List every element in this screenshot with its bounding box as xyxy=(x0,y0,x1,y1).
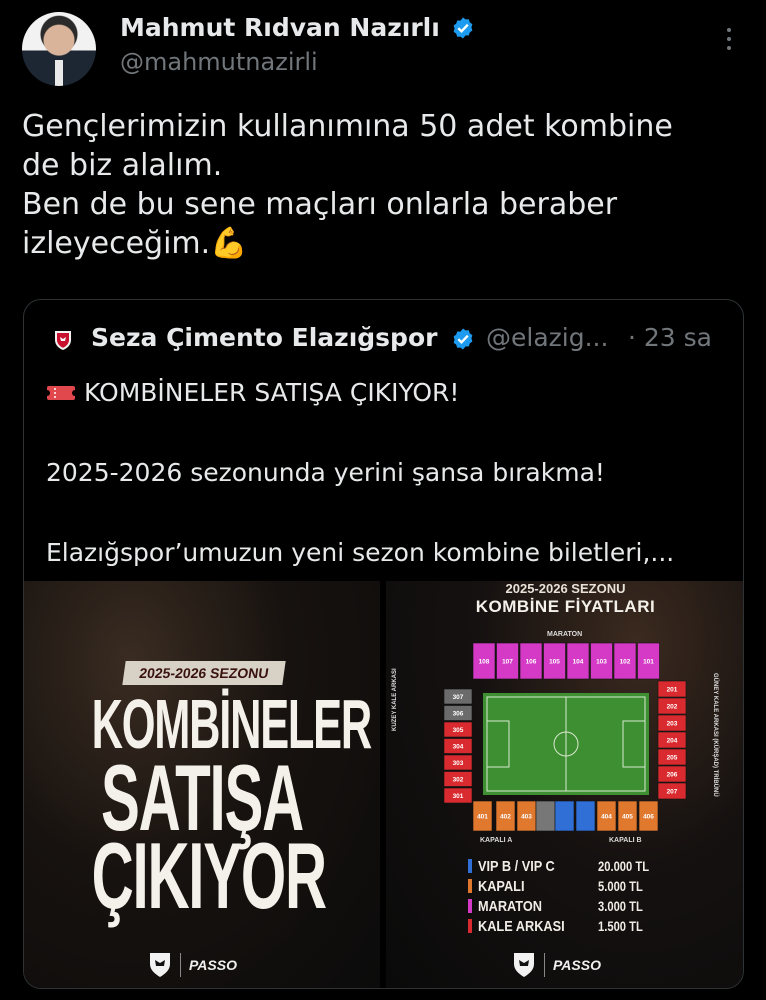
north-section-label: 303 xyxy=(453,760,464,767)
price-value: 5.000 TL xyxy=(598,878,643,894)
kapali-section-label: 406 xyxy=(643,814,654,821)
maraton-section-label: 102 xyxy=(620,659,631,666)
quoted-author-name[interactable]: Seza Çimento Elazığspor xyxy=(91,323,437,352)
price-list: VIP B / VIP C 20.000 TL KAPALI 5.000 TL … xyxy=(468,856,668,936)
south-section-label: 203 xyxy=(667,721,678,728)
verified-badge-icon xyxy=(453,328,473,350)
quoted-line: Elazığspor’umuzun yeni sezon kombine bil… xyxy=(46,538,675,567)
poster-brand: PASSO xyxy=(148,951,237,979)
north-section-label: 301 xyxy=(453,793,464,800)
quoted-timestamp[interactable]: · 23 sa xyxy=(628,323,712,352)
poster-headline-3: ÇIKIYOR xyxy=(91,823,327,928)
price-label: VIP B / VIP C xyxy=(478,857,555,875)
north-section-label: 306 xyxy=(453,711,464,718)
maraton-section-label: 103 xyxy=(596,659,607,666)
maraton-section-label: 101 xyxy=(643,659,654,666)
price-value: 3.000 TL xyxy=(598,898,643,914)
north-section-label: 305 xyxy=(453,727,464,734)
south-section-label: 202 xyxy=(667,704,678,711)
vip-swatch xyxy=(468,859,472,873)
south-section-label: 207 xyxy=(667,789,678,796)
elazigspor-logo-icon xyxy=(55,331,71,350)
more-options-icon[interactable] xyxy=(722,28,736,54)
tweet-line: Gençlerimizin kullanımına 50 adet kombin… xyxy=(22,109,673,144)
maraton-section-label: 105 xyxy=(549,659,560,666)
kapali-section xyxy=(535,800,556,832)
maraton-section-label: 108 xyxy=(479,659,490,666)
kapali-section xyxy=(575,800,596,832)
quoted-line: 2025-2026 sezonunda yerini şansa bırakma… xyxy=(46,458,605,487)
south-section-label: 201 xyxy=(667,687,678,694)
verified-badge-icon xyxy=(453,17,473,39)
price-value: 20.000 TL xyxy=(598,858,650,874)
quoted-headline-line: KOMBİNELER SATIŞA ÇIKIYOR! xyxy=(44,373,726,413)
author-handle[interactable]: @mahmutnazirli xyxy=(120,48,318,76)
quoted-media[interactable]: 2025-2026 SEZONU KOMBİNELER SATIŞA ÇIKIY… xyxy=(24,581,743,988)
author-name[interactable]: Mahmut Rıdvan Nazırlı xyxy=(120,13,440,42)
maraton-section-label: 106 xyxy=(526,659,537,666)
poster-right-image[interactable]: 2025-2026 SEZONU KOMBİNE FİYATLARI MARAT… xyxy=(386,581,743,988)
quoted-author-handle[interactable]: @elazig... xyxy=(486,323,608,352)
maraton-section-label: 107 xyxy=(502,659,513,666)
quoted-text: KOMBİNELER SATIŞA ÇIKIYOR! 2025-2026 sez… xyxy=(44,373,726,573)
south-section-label: 205 xyxy=(667,755,678,762)
passo-logo: PASSO xyxy=(553,957,601,973)
north-section-label: 307 xyxy=(453,694,464,701)
tweet-line: de biz alalım. xyxy=(22,148,223,183)
maraton-swatch xyxy=(468,899,472,913)
elazigspor-crest-icon xyxy=(150,953,170,977)
ticket-icon xyxy=(44,374,78,400)
price-label: MARATON xyxy=(478,897,542,915)
price-row: KALE ARKASI 1.500 TL xyxy=(468,916,668,936)
south-section-label: 204 xyxy=(667,738,678,745)
price-value: 1.500 TL xyxy=(598,918,643,934)
elazigspor-crest-icon xyxy=(514,953,534,977)
price-row: VIP B / VIP C 20.000 TL xyxy=(468,856,668,876)
tweet-text: Gençlerimizin kullanımına 50 adet kombin… xyxy=(22,107,752,263)
price-label: KAPALI xyxy=(478,877,525,895)
kapali-swatch xyxy=(468,879,472,893)
price-row: KAPALI 5.000 TL xyxy=(468,876,668,896)
tweet-line: izleyeceğim.💪 xyxy=(22,226,248,261)
quoted-headline: KOMBİNELER SATIŞA ÇIKIYOR! xyxy=(84,378,460,407)
north-section-label: 302 xyxy=(453,777,464,784)
north-section-label: 304 xyxy=(453,744,464,751)
quoted-tweet[interactable]: Seza Çimento Elazığspor @elazig... · 23 … xyxy=(23,299,744,989)
kapali-section-label: 404 xyxy=(601,814,612,821)
price-row: MARATON 3.000 TL xyxy=(468,896,668,916)
kale-arkasi-swatch xyxy=(468,919,472,933)
tweet-line: Ben de bu sene maçları onlarla beraber xyxy=(22,187,618,222)
price-label: KALE ARKASI xyxy=(478,917,565,935)
kapali-section-label: 402 xyxy=(500,814,511,821)
maraton-section-label: 104 xyxy=(573,659,584,666)
passo-logo: PASSO xyxy=(189,957,237,973)
author-avatar[interactable] xyxy=(22,12,96,86)
poster-season: 2025-2026 SEZONU xyxy=(122,661,286,685)
south-section-label: 206 xyxy=(667,772,678,779)
kapali-section-label: 401 xyxy=(477,814,488,821)
poster-left-image[interactable]: 2025-2026 SEZONU KOMBİNELER SATIŞA ÇIKIY… xyxy=(24,581,380,988)
kapali-section-label: 405 xyxy=(622,814,633,821)
poster-brand: PASSO xyxy=(512,951,601,979)
kapali-section-label: 403 xyxy=(521,814,532,821)
kapali-section xyxy=(554,800,575,832)
